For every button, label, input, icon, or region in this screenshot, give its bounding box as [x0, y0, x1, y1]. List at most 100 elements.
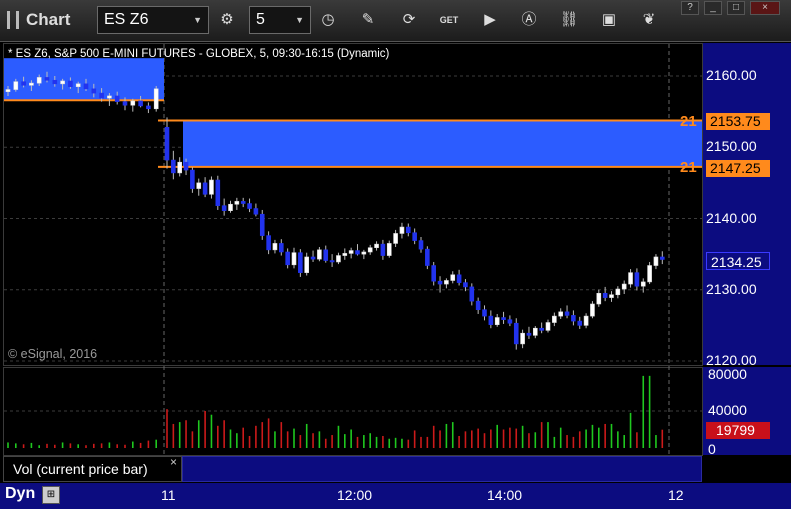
candle-body [348, 250, 354, 254]
volume-tick: 80000 [708, 366, 747, 382]
line-label-prefix: 21 [680, 159, 697, 176]
candle-body [418, 240, 424, 250]
candle-body [329, 260, 335, 263]
candle-body [450, 274, 456, 281]
candle-body [386, 243, 392, 256]
time-tick: 14:00 [487, 487, 523, 503]
candle-body [75, 83, 81, 87]
candle-body [130, 100, 136, 106]
candle-body [91, 88, 97, 94]
candle-body [291, 252, 297, 266]
volume-tick: 40000 [708, 402, 747, 418]
candle-body [444, 280, 449, 285]
candle-body [558, 311, 564, 317]
candle-body [513, 322, 519, 345]
candle-body [52, 79, 58, 85]
candle-body [405, 226, 411, 234]
line-label-prefix: 21 [680, 113, 697, 130]
candle-body [285, 251, 290, 266]
last-price-label: 2134.25 [706, 252, 770, 270]
time-tick: 12 [668, 487, 684, 503]
candle-body [298, 252, 303, 273]
mode-settings-icon[interactable]: ⊞ [42, 486, 60, 504]
candle-body [114, 95, 120, 102]
line-price-label[interactable]: 2147.25 [706, 160, 770, 177]
candle-body [653, 256, 659, 266]
price-tick: 2140.00 [706, 210, 757, 226]
candle-body [323, 249, 329, 261]
candle-body [36, 77, 42, 84]
candle-body [234, 201, 240, 205]
candle-body [60, 80, 65, 85]
candle-body [609, 294, 614, 298]
candle-body [367, 247, 373, 253]
candle-body [564, 311, 570, 316]
candle-body [628, 272, 633, 285]
candle-body [361, 251, 367, 255]
current-zone [183, 120, 702, 167]
price-tick: 2160.00 [706, 67, 757, 83]
study-strip [182, 456, 702, 482]
close-icon[interactable]: × [170, 455, 177, 469]
candle-body [310, 256, 316, 260]
line-price-label[interactable]: 2153.75 [706, 113, 770, 130]
candle-body [545, 322, 551, 331]
candle-body [596, 293, 602, 305]
candle-body [68, 80, 73, 87]
candle-body [278, 243, 284, 253]
candle-body [44, 77, 50, 81]
candle-body [437, 280, 443, 285]
candle-body [590, 303, 595, 317]
chart-title: * ES Z6, S&P 500 E-MINI FUTURES - GLOBEX… [8, 48, 390, 60]
price-tick: 2150.00 [706, 138, 757, 154]
candle-body [475, 300, 481, 310]
candle-body [659, 256, 665, 260]
candle-body [647, 265, 652, 283]
volume-tick: 0 [708, 441, 716, 457]
candle-body [431, 265, 437, 282]
candle-body [228, 203, 233, 211]
candle-body [469, 286, 475, 302]
copyright-text: © eSignal, 2016 [8, 347, 98, 361]
candle-body [463, 282, 468, 288]
candle-body [146, 105, 151, 110]
candle-body [412, 232, 417, 241]
candle-body [138, 100, 143, 107]
candle-body [183, 161, 189, 171]
candle-body [107, 95, 112, 99]
candle-body [488, 315, 494, 325]
candle-body [221, 205, 227, 211]
candle-body [393, 233, 398, 244]
candle-body [215, 179, 221, 206]
candle-body [13, 81, 19, 90]
candle-body [5, 89, 11, 92]
candle-body [83, 83, 89, 90]
candle-body [520, 332, 525, 345]
study-label[interactable]: Vol (current price bar) [3, 456, 182, 482]
price-tick: 2130.00 [706, 281, 757, 297]
candle-body [304, 256, 310, 273]
candle-body [399, 226, 405, 234]
dynamic-mode-label[interactable]: Dyn [5, 485, 35, 503]
candle-body [539, 327, 544, 331]
candle-body [240, 201, 246, 204]
candle-body [21, 81, 26, 86]
candle-body [177, 161, 182, 174]
candle-body [494, 317, 500, 325]
candle-body [247, 203, 252, 209]
time-tick: 12:00 [337, 487, 373, 503]
candle-body [501, 317, 506, 320]
candle-body [209, 179, 214, 195]
chart-canvas[interactable] [0, 0, 791, 509]
candle-body [153, 88, 159, 110]
candle-body [190, 169, 195, 189]
candle-body [253, 208, 259, 215]
candle-body [164, 127, 170, 161]
candle-body [571, 315, 576, 322]
candle-body [317, 249, 322, 260]
candle-body [122, 101, 128, 106]
candle-body [380, 243, 386, 256]
candle-body [336, 255, 341, 263]
candle-body [621, 283, 627, 290]
candle-body [640, 281, 646, 287]
